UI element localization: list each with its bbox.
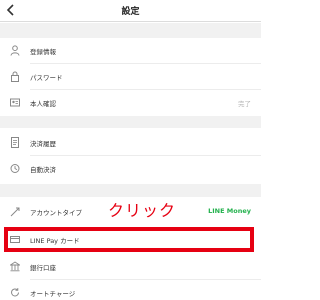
settings-item-label: オートチャージ bbox=[30, 290, 76, 298]
settings-item-auto-charge[interactable]: オートチャージ bbox=[0, 280, 261, 300]
settings-item-label: 自動決済 bbox=[30, 166, 56, 174]
auto-charge-icon bbox=[10, 287, 20, 298]
settings-item-identity-verification[interactable]: 本人確認 完了 bbox=[0, 90, 261, 116]
page-title: 設定 bbox=[121, 7, 140, 17]
settings-item-bank-account[interactable]: 銀行口座 bbox=[0, 254, 261, 280]
section-gap bbox=[0, 116, 261, 128]
settings-item-label: 決済履歴 bbox=[30, 140, 56, 148]
settings-item-registration-info[interactable]: 登録情報 bbox=[0, 38, 261, 64]
highlight-box bbox=[4, 227, 254, 252]
account-type-value: LINE Money bbox=[208, 207, 251, 215]
lock-icon bbox=[10, 71, 20, 82]
auto-pay-icon bbox=[10, 163, 20, 174]
settings-item-password[interactable]: パスワード bbox=[0, 64, 261, 90]
id-card-icon bbox=[10, 97, 20, 108]
click-annotation: クリック bbox=[108, 201, 177, 220]
person-icon bbox=[10, 45, 20, 56]
section-gap bbox=[0, 23, 261, 38]
history-icon bbox=[10, 137, 20, 148]
bank-icon bbox=[10, 261, 20, 272]
settings-item-label: アカウントタイプ bbox=[30, 209, 82, 217]
account-type-icon bbox=[10, 206, 20, 217]
verification-status: 完了 bbox=[238, 100, 251, 108]
settings-item-label: パスワード bbox=[30, 74, 63, 82]
navigation-bar: 設定 bbox=[0, 0, 261, 22]
settings-item-auto-payment[interactable]: 自動決済 bbox=[0, 156, 261, 182]
settings-item-payment-history[interactable]: 決済履歴 bbox=[0, 130, 261, 156]
settings-item-label: 登録情報 bbox=[30, 48, 56, 56]
section-gap bbox=[0, 184, 261, 197]
settings-item-label: 本人確認 bbox=[30, 100, 56, 108]
settings-item-label: 銀行口座 bbox=[30, 264, 56, 272]
